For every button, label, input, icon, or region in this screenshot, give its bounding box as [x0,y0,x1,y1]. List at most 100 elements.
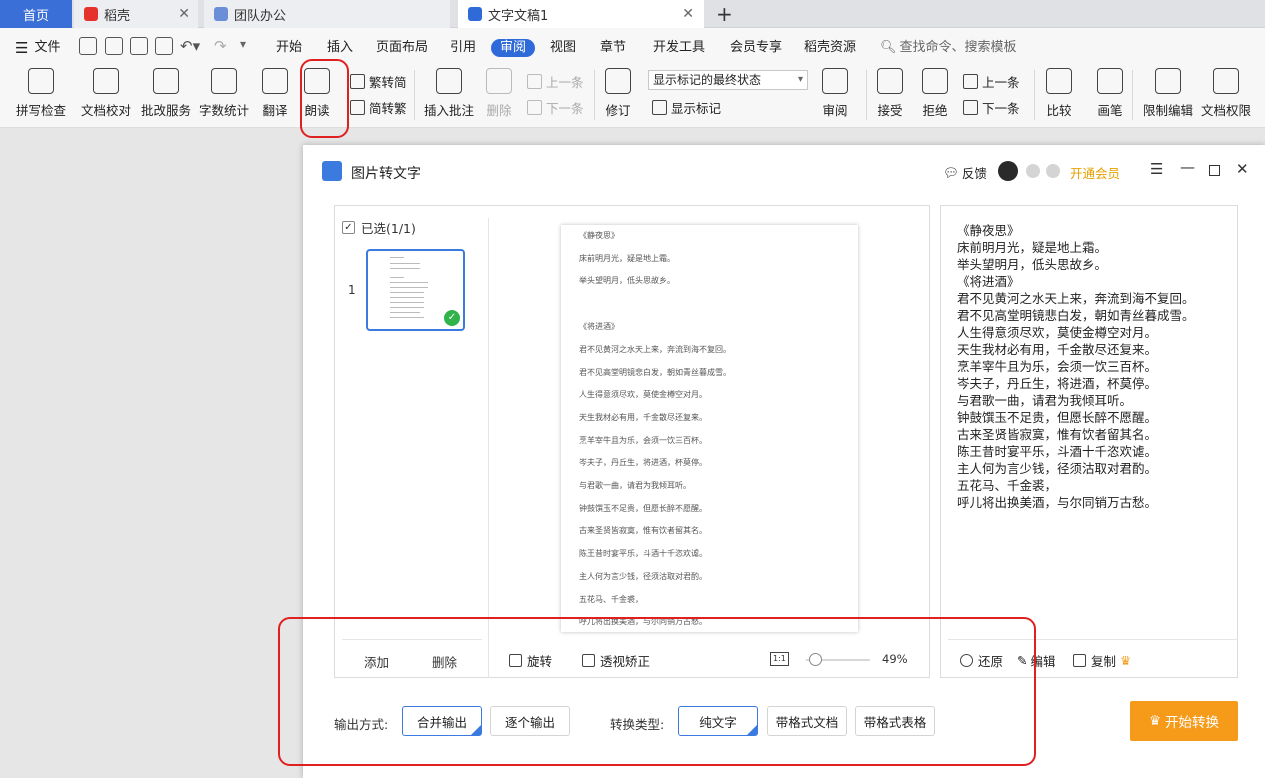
print-preview-icon[interactable] [155,37,173,55]
button-label: 删除 [486,103,512,118]
next-change-button[interactable]: 下一条 [963,98,1020,117]
result-line: 古来圣贤皆寂寞，惟有饮者留其名。 [957,427,1158,442]
menu-developer[interactable]: 开发工具 [653,39,705,57]
page-number: 1 [348,283,356,297]
checkbox-icon: ✓ [342,221,355,234]
preview-line: 君不见高堂明镜悲白发，朝如青丝暮成雪。 [579,367,731,377]
close-icon[interactable]: ✕ [178,6,190,22]
close-icon[interactable]: ✕ [682,6,694,22]
tab-label: 稻壳 [104,8,131,24]
reject-icon [922,68,948,94]
restrict-edit-button[interactable]: 限制编辑 [1142,68,1194,119]
open-member-link[interactable]: 开通会员 [1070,163,1120,182]
revise-service-button[interactable]: 批改服务 [140,68,192,119]
copy-button[interactable]: 复制 ♛ [1073,651,1131,670]
button-label: 接受 [877,103,903,118]
menu-review[interactable]: 审阅 [491,39,536,57]
doc-permission-button[interactable]: 文档权限 [1200,68,1252,119]
button-label: 限制编辑 [1142,103,1193,118]
review-pane-button[interactable]: 审阅 [818,68,852,119]
menu-chapter[interactable]: 章节 [600,39,626,57]
highlight-box [278,617,1036,766]
preview-line: 五花马、千金裘， [579,594,643,604]
simp-to-trad-icon [350,100,365,115]
reject-button[interactable]: 拒绝 [918,68,952,119]
delete-comment-icon [486,68,512,94]
word-count-button[interactable]: 字数统计 [198,68,250,119]
revision-button[interactable]: 修订 [602,68,634,119]
trad-to-simp-button[interactable]: 繁转简 [350,72,407,91]
tab-team-office[interactable]: 团队办公 [204,0,450,28]
markup-state-select[interactable]: 显示标记的最终状态 [648,70,808,90]
badge-icon [1026,164,1040,178]
select-all-checkbox[interactable]: ✓ 已选(1/1) [342,218,416,237]
undo-icon[interactable]: ↶▾ [180,37,200,55]
minimize-icon[interactable]: — [1180,158,1195,176]
button-label: 上一条 [546,75,584,90]
maximize-icon[interactable] [1209,165,1220,176]
result-line: 君不见黄河之水天上来，奔流到海不复回。 [957,291,1195,306]
avatar[interactable] [998,161,1018,181]
chevron-down-icon[interactable]: ▾ [240,37,246,51]
preview-line: 《静夜思》 [579,231,619,240]
file-menu[interactable]: ☰ 文件 [15,39,60,57]
menu-reference[interactable]: 引用 [450,39,476,57]
next-comment-button[interactable]: 下一条 [527,98,584,117]
crown-icon: ♛ [1148,713,1162,729]
result-line: 人生得意须尽欢，莫使金樽空对月。 [957,325,1158,340]
pen-button[interactable]: 画笔 [1097,68,1123,119]
menu-start[interactable]: 开始 [276,39,302,57]
menu-page-layout[interactable]: 页面布局 [376,39,428,57]
accept-button[interactable]: 接受 [873,68,907,119]
feedback-icon: 💬︎ [943,164,959,180]
save-icon[interactable] [79,37,97,55]
button-label: 文档校对 [80,103,131,118]
show-markup-button[interactable]: 显示标记 [652,98,721,117]
command-search[interactable]: 🔍︎ 查找命令、搜索模板 [880,39,1017,57]
button-label: 插入批注 [424,103,475,118]
tab-docer[interactable]: 稻壳 ✕ [74,0,198,28]
preview-line: 天生我材必有用，千金散尽还复来。 [579,412,707,422]
feedback-button[interactable]: 💬︎ 反馈 [943,163,987,182]
menu-member[interactable]: 会员专享 [730,39,782,57]
export-pdf-icon[interactable] [105,37,123,55]
comment-icon [436,68,462,94]
spell-check-button[interactable]: 拼写检查 [12,68,70,119]
tab-label: 首页 [22,8,49,24]
translate-button[interactable]: 翻译 [256,68,294,119]
prev-change-button[interactable]: 上一条 [963,72,1020,91]
image-thumbnail[interactable]: ✓ [366,249,465,331]
button-label: 拼写检查 [15,103,66,118]
result-line: 烹羊宰牛且为乐，会须一饮三百杯。 [957,359,1158,374]
tab-document[interactable]: 文字文稿1 ✕ [458,0,704,28]
redo-icon[interactable]: ↷ [214,37,227,55]
doc-check-button[interactable]: 文档校对 [80,68,132,119]
button-label: 画笔 [1097,103,1123,118]
insert-comment-button[interactable]: 插入批注 [424,68,474,119]
menu-docer-resource[interactable]: 稻壳资源 [804,39,856,57]
doc-check-icon [93,68,119,94]
menu-icon[interactable]: ☰ [1150,160,1163,178]
simp-to-trad-button[interactable]: 简转繁 [350,98,407,117]
print-icon[interactable] [130,37,148,55]
divider [414,70,415,120]
result-line: 举头望明月，低头思故乡。 [957,257,1108,272]
result-line: 呼儿将出换美酒，与尔同销万古愁。 [957,495,1158,510]
button-label: 修订 [605,103,631,118]
new-tab-icon[interactable]: + [716,2,733,26]
crown-icon: ♛ [1120,653,1132,668]
hamburger-icon: ☰ [15,39,29,57]
next-icon [527,100,542,115]
prev-comment-button[interactable]: 上一条 [527,72,584,91]
button-label: 拒绝 [922,103,948,118]
tab-home[interactable]: 首页 [0,0,72,28]
preview-line: 主人何为言少钱，径须沽取对君酌。 [579,571,707,581]
menu-insert[interactable]: 插入 [327,39,353,57]
menu-view[interactable]: 视图 [550,39,576,57]
result-text[interactable]: 《静夜思》 床前明月光，疑是地上霜。 举头望明月，低头思故乡。 《将进酒》 君不见黄河之… [957,222,1227,511]
delete-comment-button[interactable]: 删除 [482,68,516,119]
start-convert-button[interactable]: ♛ 开始转换 [1130,701,1238,741]
button-label: 上一条 [982,75,1020,90]
compare-button[interactable]: 比较 [1042,68,1076,119]
close-icon[interactable]: ✕ [1236,160,1249,178]
